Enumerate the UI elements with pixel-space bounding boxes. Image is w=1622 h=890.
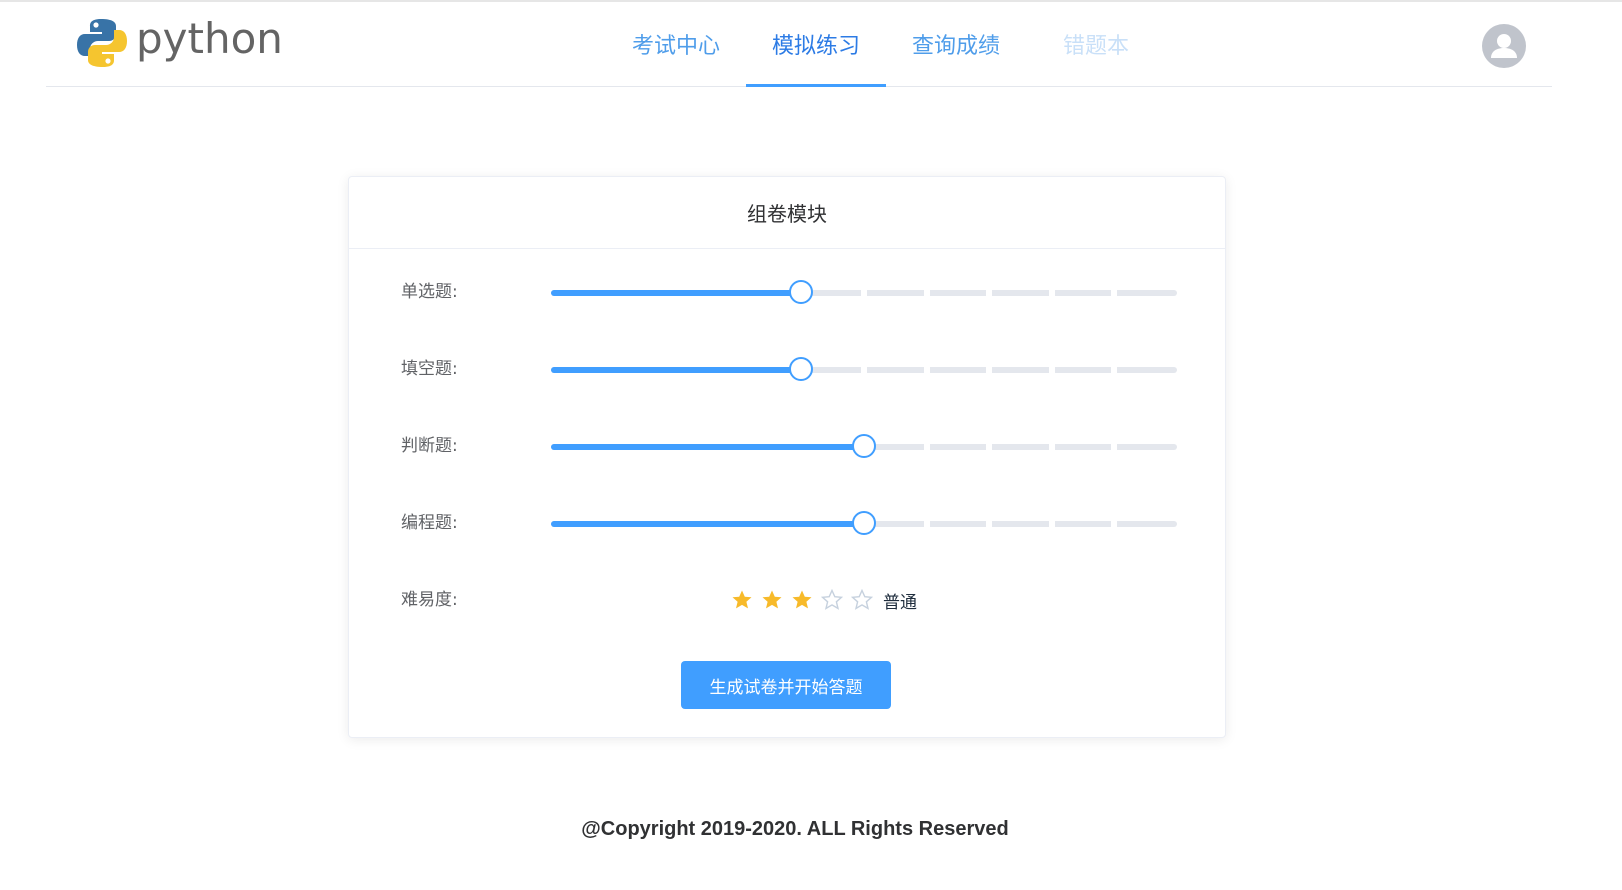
slider-fill-blank[interactable] (551, 357, 1177, 381)
slider-step-mark (1111, 367, 1118, 373)
label-difficulty: 难易度: (401, 590, 458, 610)
logo-text: python (136, 14, 283, 63)
tab-query-scores[interactable]: 查询成绩 (886, 2, 1026, 86)
slider-step-mark (861, 367, 867, 373)
tab-wrong-questions[interactable]: 错题本 (1026, 2, 1166, 86)
label-single-choice: 单选题: (401, 282, 458, 302)
slider-step-mark (1111, 521, 1118, 527)
form-row-true-false: 判断题: (401, 426, 1181, 466)
star-filled-icon[interactable] (731, 589, 753, 611)
star-empty-icon[interactable] (821, 589, 843, 611)
slider-step-mark (1048, 367, 1055, 373)
card-title: 组卷模块 (349, 177, 1225, 249)
slider-programming[interactable] (551, 511, 1177, 535)
slider-step-mark (923, 521, 930, 527)
slider-handle[interactable] (852, 511, 876, 535)
slider-true-false[interactable] (551, 434, 1177, 458)
form-row-programming: 编程题: (401, 503, 1181, 543)
header: python 考试中心 模拟练习 查询成绩 错题本 (46, 2, 1552, 87)
slider-single-choice[interactable] (551, 280, 1177, 304)
difficulty-rating[interactable]: 普通 (731, 586, 917, 614)
user-avatar[interactable] (1482, 24, 1526, 68)
tab-exam-center[interactable]: 考试中心 (606, 2, 746, 86)
slider-step-mark (986, 367, 993, 373)
label-true-false: 判断题: (401, 436, 458, 456)
slider-step-mark (1048, 290, 1055, 296)
label-programming: 编程题: (401, 513, 458, 533)
slider-handle[interactable] (789, 357, 814, 381)
paper-builder-card: 组卷模块 单选题: 填空题: 判断题: 编程题: 难易度: 普通 生成试卷并开始… (348, 176, 1226, 738)
slider-step-mark (986, 290, 993, 296)
slider-step-mark (1111, 290, 1118, 296)
slider-fill (551, 521, 864, 527)
tab-mock-practice[interactable]: 模拟练习 (746, 2, 886, 87)
slider-step-mark (923, 367, 930, 373)
form-row-fill-blank: 填空题: (401, 349, 1181, 389)
main-nav: 考试中心 模拟练习 查询成绩 错题本 (606, 2, 1166, 87)
slider-step-mark (1048, 521, 1055, 527)
slider-step-mark (923, 290, 930, 296)
star-filled-icon[interactable] (791, 589, 813, 611)
python-logo-icon (77, 19, 127, 67)
page: python 考试中心 模拟练习 查询成绩 错题本 组卷模块 单选题: 填空题:… (0, 0, 1622, 890)
form-row-single-choice: 单选题: (401, 272, 1181, 312)
slider-fill (551, 367, 802, 373)
form-row-difficulty: 难易度: 普通 (401, 580, 1181, 620)
generate-paper-button[interactable]: 生成试卷并开始答题 (681, 661, 891, 709)
slider-handle[interactable] (789, 280, 814, 304)
footer-copyright: @Copyright 2019-2020. ALL Rights Reserve… (581, 818, 1009, 840)
slider-handle[interactable] (852, 434, 876, 458)
logo[interactable]: python (76, 14, 283, 70)
label-fill-blank: 填空题: (401, 359, 458, 379)
user-avatar-icon (1491, 34, 1517, 58)
star-filled-icon[interactable] (761, 589, 783, 611)
slider-step-mark (923, 444, 930, 450)
star-empty-icon[interactable] (851, 589, 873, 611)
difficulty-text: 普通 (883, 592, 917, 613)
slider-fill (551, 290, 802, 296)
slider-step-mark (986, 521, 993, 527)
slider-step-mark (1048, 444, 1055, 450)
slider-step-mark (1111, 444, 1118, 450)
rating-stars (731, 589, 881, 611)
slider-step-mark (986, 444, 993, 450)
slider-fill (551, 444, 864, 450)
slider-step-mark (861, 290, 867, 296)
